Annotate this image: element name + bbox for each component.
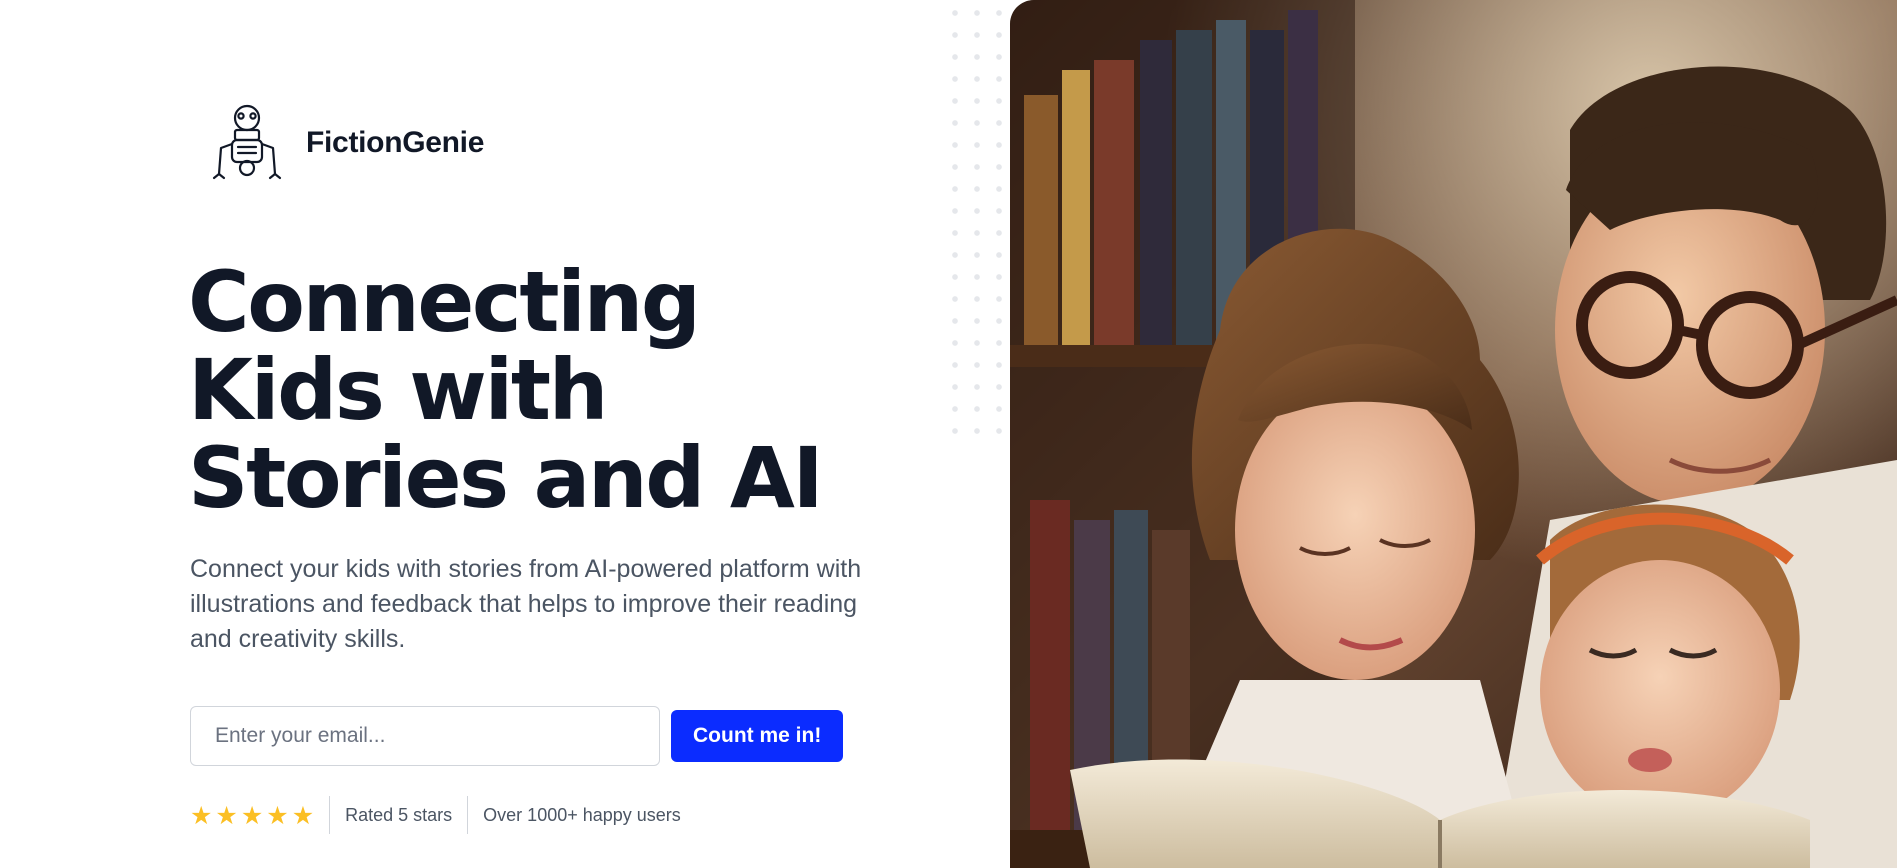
hero-content: FictionGenie Connecting Kids with Storie… bbox=[0, 0, 1010, 868]
star-rating: ★ ★ ★ ★ ★ bbox=[190, 803, 314, 828]
email-input[interactable] bbox=[190, 706, 660, 766]
star-icon: ★ bbox=[240, 800, 264, 830]
star-icon: ★ bbox=[291, 800, 315, 830]
user-count-text: Over 1000+ happy users bbox=[483, 804, 681, 825]
social-proof: ★ ★ ★ ★ ★ Rated 5 stars Over 1000+ happy use… bbox=[190, 796, 681, 834]
page-title: Connecting Kids with Stories and AI bbox=[188, 253, 824, 527]
brand-name: FictionGenie bbox=[306, 126, 485, 159]
star-icon: ★ bbox=[190, 800, 213, 830]
divider bbox=[467, 796, 469, 834]
rating-text: Rated 5 stars bbox=[345, 804, 453, 825]
star-icon: ★ bbox=[266, 800, 289, 830]
divider bbox=[329, 796, 331, 834]
signup-form: Count me in! bbox=[190, 706, 844, 766]
dot-pattern bbox=[944, 0, 1010, 448]
hero-image bbox=[1010, 0, 1897, 868]
hero-description: Connect your kids with stories from AI-p… bbox=[190, 555, 862, 653]
star-icon: ★ bbox=[215, 800, 238, 830]
robot-icon bbox=[212, 104, 282, 180]
count-me-in-button[interactable]: Count me in! bbox=[671, 710, 844, 762]
family-reading-illustration bbox=[1010, 0, 1897, 868]
brand[interactable]: FictionGenie bbox=[206, 104, 484, 182]
